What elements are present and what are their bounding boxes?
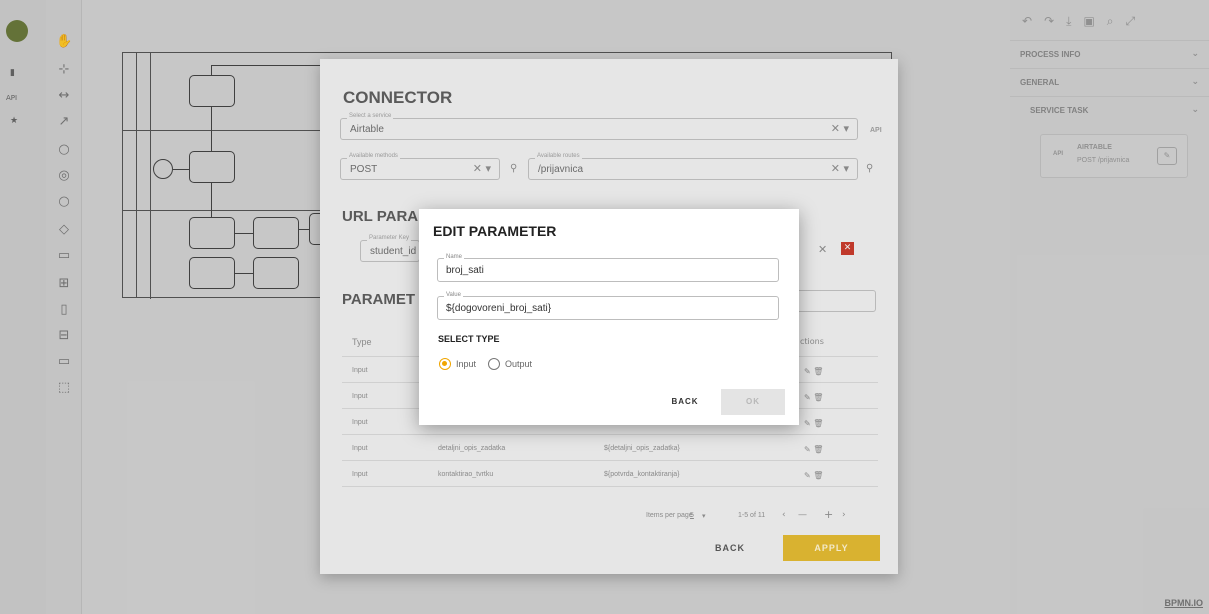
api-tag: API <box>870 127 882 134</box>
add-icon[interactable]: + <box>824 508 833 521</box>
edit-delete-icons[interactable]: ✎ 🗑 <box>804 393 823 402</box>
params-title: PARAMET <box>342 291 416 308</box>
delete-param-button[interactable]: ✕ <box>841 242 854 255</box>
name-field[interactable]: Name <box>437 254 779 282</box>
paginator: Items per page 5 ▾ 1-5 of 11 ‹ — + › <box>342 506 878 530</box>
method-select[interactable]: Available methods POST ✕ ▾ <box>340 153 500 180</box>
radio-input[interactable]: Input <box>439 358 476 370</box>
edit-parameter-dialog: EDIT PARAMETER Name Value SELECT TYPE In… <box>419 209 799 425</box>
apply-button[interactable]: APPLY <box>783 535 880 561</box>
value-field[interactable]: Value <box>437 292 779 320</box>
connector-back-button[interactable]: BACK <box>700 535 760 561</box>
url-params-title: URL PARA <box>342 208 419 225</box>
next-page-icon[interactable]: › <box>842 510 846 520</box>
table-row[interactable]: Input detaljni_opis_zadatka ${detaljni_o… <box>342 435 878 461</box>
dialog-title: EDIT PARAMETER <box>433 223 557 239</box>
remove-icon[interactable]: — <box>798 510 807 520</box>
url-param-key-field[interactable]: Parameter Key student_id <box>360 235 420 262</box>
edit-delete-icons[interactable]: ✎ 🗑 <box>804 367 823 376</box>
clear-dropdown-icon[interactable]: ✕ ▾ <box>473 162 491 175</box>
radio-output[interactable]: Output <box>488 358 532 370</box>
select-type-heading: SELECT TYPE <box>438 334 500 344</box>
name-input[interactable] <box>446 265 766 276</box>
chevron-down-icon[interactable]: ▾ <box>702 512 706 520</box>
items-per-page-label: Items per page <box>646 512 693 519</box>
route-select[interactable]: Available routes /prijavnica ✕ ▾ <box>528 153 858 180</box>
clear-dropdown-icon[interactable]: ✕ ▾ <box>831 122 849 135</box>
radio-unselected-icon[interactable] <box>488 358 500 370</box>
ok-button[interactable]: OK <box>721 389 785 415</box>
edit-delete-icons[interactable]: ✎ 🗑 <box>804 471 823 480</box>
params-search-field[interactable] <box>790 290 876 312</box>
table-row[interactable]: Input kontaktirao_tvrtku ${potvrda_konta… <box>342 461 878 487</box>
connector-title: CONNECTOR <box>343 88 453 107</box>
filter-icon[interactable]: ⚲ <box>510 163 517 174</box>
radio-selected-icon[interactable] <box>439 358 451 370</box>
clear-icon[interactable]: ✕ <box>818 243 827 256</box>
clear-dropdown-icon[interactable]: ✕ ▾ <box>831 162 849 175</box>
items-per-page-select[interactable]: 5 <box>690 512 694 519</box>
back-button[interactable]: BACK <box>657 389 713 415</box>
edit-delete-icons[interactable]: ✎ 🗑 <box>804 445 823 454</box>
service-select[interactable]: Select a service Airtable ✕ ▾ <box>340 113 858 140</box>
range-label: 1-5 of 11 <box>738 512 766 519</box>
prev-page-icon[interactable]: ‹ <box>782 510 786 520</box>
filter-icon[interactable]: ⚲ <box>866 163 873 174</box>
value-input[interactable] <box>446 303 766 314</box>
edit-delete-icons[interactable]: ✎ 🗑 <box>804 419 823 428</box>
